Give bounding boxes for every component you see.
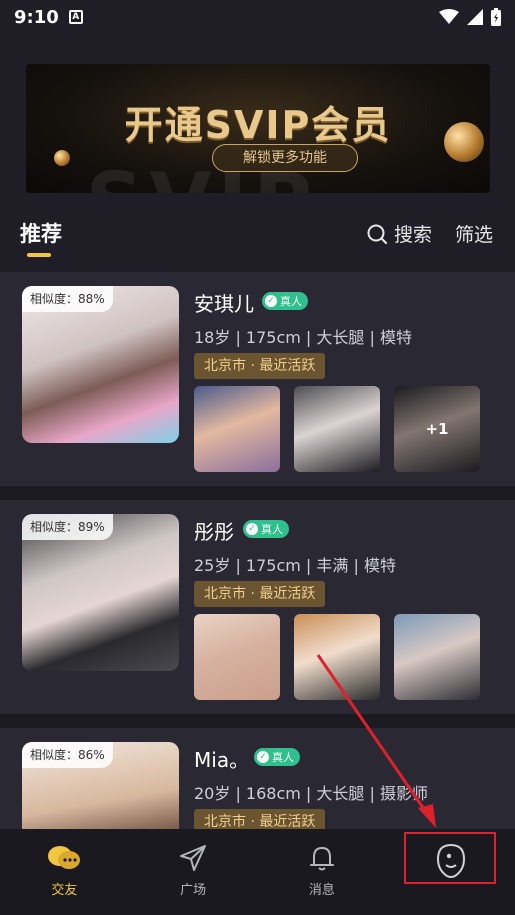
svip-banner[interactable]: SVIP 开通SVIP会员 解锁更多功能 — [26, 64, 490, 193]
location-tag: 北京市 · 最近活跃 — [194, 809, 326, 829]
similarity-badge: 相似度：88% — [22, 286, 113, 312]
profile-name: 安琪儿 — [194, 292, 254, 316]
profile-name: Mia。 — [194, 748, 250, 772]
a-notification-icon: A — [68, 10, 83, 24]
tab-recommend[interactable]: 推荐 — [20, 218, 62, 248]
search-button[interactable]: 搜索 — [366, 220, 432, 247]
search-label: 搜索 — [394, 224, 433, 246]
check-icon: ✓ — [246, 523, 258, 535]
filter-button[interactable]: 筛选 — [455, 220, 493, 247]
nav-label: 广场 — [180, 883, 207, 898]
profile-info: 25岁 | 175cm | 丰满 | 模特 — [194, 556, 396, 575]
profile-card[interactable]: 相似度：89% 彤彤 ✓ 真人 25岁 | 175cm | 丰满 | 模特 北京… — [0, 500, 515, 714]
status-bar: 9:10 A — [0, 0, 515, 34]
banner-title: 开通SVIP会员 — [124, 103, 392, 147]
profile-card[interactable]: 相似度：88% 安琪儿 ✓ 真人 18岁 | 175cm | 大长腿 | 模特 … — [0, 272, 515, 486]
tab-active-indicator — [27, 253, 51, 257]
similarity-badge: 相似度：86% — [22, 742, 113, 768]
bell-icon — [309, 847, 334, 871]
banner-subtitle: 解锁更多功能 — [212, 144, 358, 172]
gallery-thumb[interactable] — [194, 386, 280, 472]
status-icons — [439, 8, 501, 26]
card-separator — [0, 486, 515, 500]
chat-bubbles-icon — [48, 846, 81, 869]
verified-label: 真人 — [272, 751, 294, 764]
gallery-thumb[interactable] — [194, 614, 280, 700]
highlight-box — [404, 832, 496, 884]
profile-name: 彤彤 — [194, 520, 234, 544]
nav-square[interactable]: 广场 — [129, 829, 258, 915]
profile-info: 20岁 | 168cm | 大长腿 | 摄影师 — [194, 784, 428, 803]
gallery-thumb[interactable] — [294, 614, 380, 700]
more-photos-count: +1 — [394, 386, 480, 472]
check-icon: ✓ — [257, 751, 269, 763]
battery-icon — [491, 8, 501, 26]
verified-label: 真人 — [261, 523, 283, 536]
check-icon: ✓ — [265, 295, 277, 307]
nav-dating[interactable]: 交友 — [0, 829, 129, 915]
profile-photo[interactable]: 相似度：86% — [22, 742, 179, 829]
signal-icon — [467, 9, 483, 25]
tabs-row: 推荐 搜索 筛选 — [0, 210, 515, 262]
wifi-icon — [439, 9, 459, 24]
nav-label: 交友 — [51, 883, 78, 898]
gallery-thumb[interactable] — [294, 386, 380, 472]
profile-photo[interactable]: 相似度：89% — [22, 514, 179, 671]
search-icon — [367, 224, 388, 244]
gold-orb-left — [54, 150, 70, 166]
nav-messages[interactable]: 消息 — [258, 829, 387, 915]
gallery-thumb[interactable] — [394, 614, 480, 700]
verified-label: 真人 — [280, 295, 302, 308]
verified-badge: ✓ 真人 — [243, 520, 289, 538]
gallery-thumb[interactable]: +1 — [394, 386, 480, 472]
profile-info: 18岁 | 175cm | 大长腿 | 模特 — [194, 328, 412, 347]
similarity-badge: 相似度：89% — [22, 514, 113, 540]
nav-label: 消息 — [308, 883, 335, 898]
status-time: 9:10 — [14, 6, 59, 28]
profile-photo[interactable]: 相似度：88% — [22, 286, 179, 443]
card-separator — [0, 714, 515, 728]
paper-plane-icon — [180, 845, 207, 871]
location-tag: 北京市 · 最近活跃 — [194, 353, 326, 379]
verified-badge: ✓ 真人 — [254, 748, 300, 766]
profile-card[interactable]: 相似度：86% Mia。 ✓ 真人 20岁 | 168cm | 大长腿 | 摄影… — [0, 728, 515, 829]
verified-badge: ✓ 真人 — [262, 292, 308, 310]
location-tag: 北京市 · 最近活跃 — [194, 581, 326, 607]
